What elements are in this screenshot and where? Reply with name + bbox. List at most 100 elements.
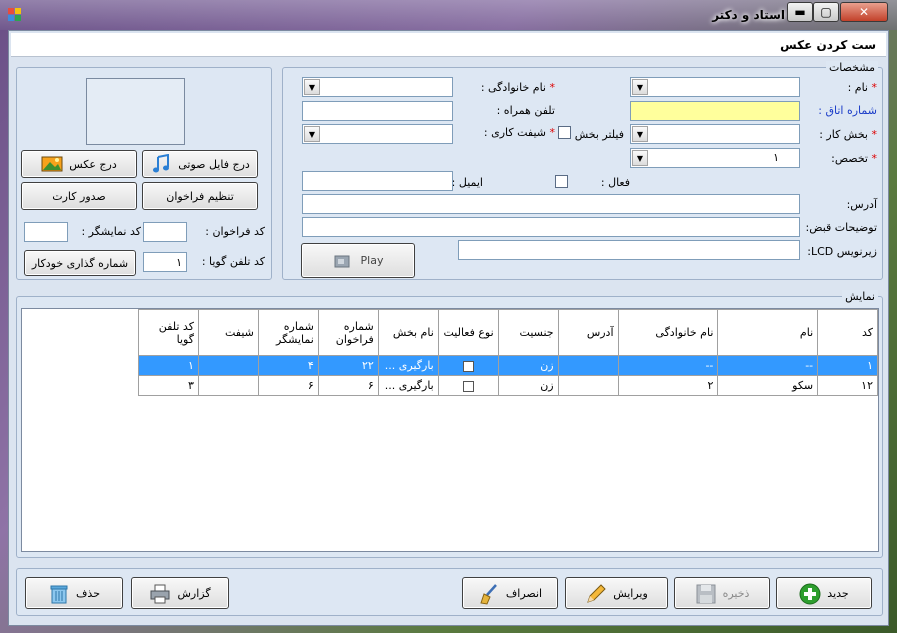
column-header[interactable]: آدرس <box>557 309 619 356</box>
chevron-down-icon[interactable]: ▼ <box>632 150 648 166</box>
table-cell[interactable]: ۴ <box>257 355 319 376</box>
table-cell[interactable]: ۲۲ <box>317 355 379 376</box>
maximize-button[interactable]: ▢ <box>813 2 839 22</box>
table-cell[interactable]: بارگیری ... <box>377 375 439 396</box>
table-cell[interactable] <box>197 375 259 396</box>
table-cell[interactable]: ۲ <box>617 375 719 396</box>
column-header[interactable]: نام بخش <box>377 309 439 356</box>
table-cell[interactable] <box>557 355 619 376</box>
family-combo[interactable]: ▼ <box>302 77 453 97</box>
activity-checkbox[interactable] <box>462 360 474 372</box>
table-cell[interactable] <box>437 355 499 376</box>
table-cell[interactable]: بارگیری ... <box>377 355 439 376</box>
close-button[interactable]: ✕ <box>840 2 888 22</box>
address-label: آدرس: <box>846 198 877 211</box>
table-cell[interactable]: ۱ <box>817 355 878 376</box>
issue-card-button[interactable]: صدور کارت <box>21 182 137 210</box>
table-cell[interactable]: زن <box>497 355 559 376</box>
column-header[interactable]: کد <box>817 309 878 356</box>
play-button-label: Play <box>360 254 384 267</box>
specialty-label: * تخصص: <box>831 152 877 165</box>
dept-filter-checkbox[interactable] <box>558 126 571 139</box>
details-panel: مشخصات * نام : ▼ * نام خانوادگی : ▼ شمار… <box>282 61 883 280</box>
address-input[interactable] <box>302 194 800 214</box>
music-note-icon <box>150 153 172 174</box>
dept-combo[interactable]: ▼ <box>630 124 800 144</box>
table-cell[interactable]: زن <box>497 375 559 396</box>
minimize-button[interactable]: ▬ <box>787 2 813 22</box>
data-grid[interactable]: کد نام نام خانوادگی آدرس جنسیت نوع فعالی… <box>21 308 879 552</box>
column-header[interactable]: شماره نمایشگر <box>257 309 319 356</box>
table-cell[interactable]: ۶ <box>257 375 319 396</box>
cancel-label: انصراف <box>505 586 543 600</box>
name-combo[interactable]: ▼ <box>630 77 800 97</box>
play-button[interactable]: Play <box>301 243 415 278</box>
talk-code-input[interactable] <box>143 252 187 272</box>
active-checkbox[interactable] <box>555 175 568 188</box>
column-header[interactable]: شماره فراخوان <box>317 309 379 356</box>
table-cell[interactable]: -- <box>717 355 819 376</box>
insert-photo-label: درج عکس <box>69 157 117 171</box>
auto-number-label: شماره گذاری خودکار <box>31 256 129 270</box>
call-code-label: کد فراخوان : <box>205 225 265 238</box>
new-button[interactable]: جدید <box>776 577 872 609</box>
printer-icon <box>149 583 171 604</box>
room-input[interactable] <box>630 101 800 121</box>
activity-checkbox[interactable] <box>462 380 474 392</box>
active-label: فعال : <box>600 176 630 189</box>
speaker-icon <box>333 251 355 271</box>
insert-audio-button[interactable]: درج فایل صوتی <box>142 150 258 178</box>
chevron-down-icon[interactable]: ▼ <box>632 126 648 142</box>
call-settings-button[interactable]: تنظیم فراخوان <box>142 182 258 210</box>
table-cell[interactable]: -- <box>617 355 719 376</box>
room-label: شماره اتاق : <box>818 104 877 117</box>
family-label: * نام خانوادگی : <box>480 81 555 94</box>
specialty-value: ۱ <box>773 151 779 164</box>
column-header[interactable]: نام <box>717 309 819 356</box>
insert-photo-button[interactable]: درج عکس <box>21 150 137 178</box>
auto-number-button[interactable]: شماره گذاری خودکار <box>24 250 136 276</box>
column-header[interactable]: نام خانوادگی <box>617 309 719 356</box>
table-cell[interactable]: ۶ <box>317 375 379 396</box>
column-header[interactable]: جنسیت <box>497 309 559 356</box>
chevron-down-icon[interactable]: ▼ <box>632 79 648 95</box>
lcd-caption-input[interactable] <box>458 240 800 260</box>
issue-card-label: صدور کارت <box>52 189 106 203</box>
display-code-input[interactable] <box>24 222 68 242</box>
chevron-down-icon[interactable]: ▼ <box>304 126 320 142</box>
table-cell[interactable] <box>437 375 499 396</box>
table-cell[interactable] <box>557 375 619 396</box>
report-label: گزارش <box>177 586 211 600</box>
chevron-down-icon[interactable]: ▼ <box>304 79 320 95</box>
table-cell[interactable]: ۳ <box>138 375 199 396</box>
report-button[interactable]: گزارش <box>131 577 229 609</box>
call-code-input[interactable] <box>143 222 187 242</box>
edit-button[interactable]: ویرایش <box>565 577 668 609</box>
floppy-disk-icon <box>695 583 717 604</box>
cancel-button[interactable]: انصراف <box>462 577 558 609</box>
minimize-icon: ▬ <box>794 5 806 19</box>
table-cell[interactable]: سکو <box>717 375 819 396</box>
table-cell[interactable] <box>197 355 259 376</box>
delete-button[interactable]: حذف <box>25 577 123 609</box>
shift-label: * شیفت کاری : <box>483 126 555 139</box>
column-header[interactable]: شیفت <box>197 309 259 356</box>
form-header: ست کردن عکس <box>11 33 886 57</box>
talk-code-label: کد تلفن گویا : <box>201 255 265 268</box>
column-header[interactable]: کد تلفن گویا <box>138 309 199 356</box>
receipt-desc-input[interactable] <box>302 217 800 237</box>
column-header[interactable]: نوع فعالیت <box>437 309 499 356</box>
email-label: ایمیل : <box>451 176 483 189</box>
table-cell[interactable]: ۱ <box>138 355 199 376</box>
table-cell[interactable]: ۱۲ <box>817 375 878 396</box>
shift-combo[interactable]: ▼ <box>302 124 453 144</box>
save-button[interactable]: ذخیره <box>674 577 770 609</box>
new-label: جدید <box>827 586 849 600</box>
table-row[interactable]: ۱۲ سکو ۲ زن بارگیری ... ۶ ۶ ۳ <box>138 375 878 396</box>
specialty-combo[interactable]: ▼ ۱ <box>630 148 800 168</box>
app-window: استاد و دکتر ▬ ▢ ✕ ست کردن عکس مشخصات * … <box>0 0 897 633</box>
mobile-input[interactable] <box>302 101 453 121</box>
email-input[interactable] <box>302 171 453 191</box>
broom-icon <box>478 583 500 605</box>
table-row[interactable]: ۱ -- -- زن بارگیری ... ۲۲ ۴ ۱ <box>138 355 878 376</box>
